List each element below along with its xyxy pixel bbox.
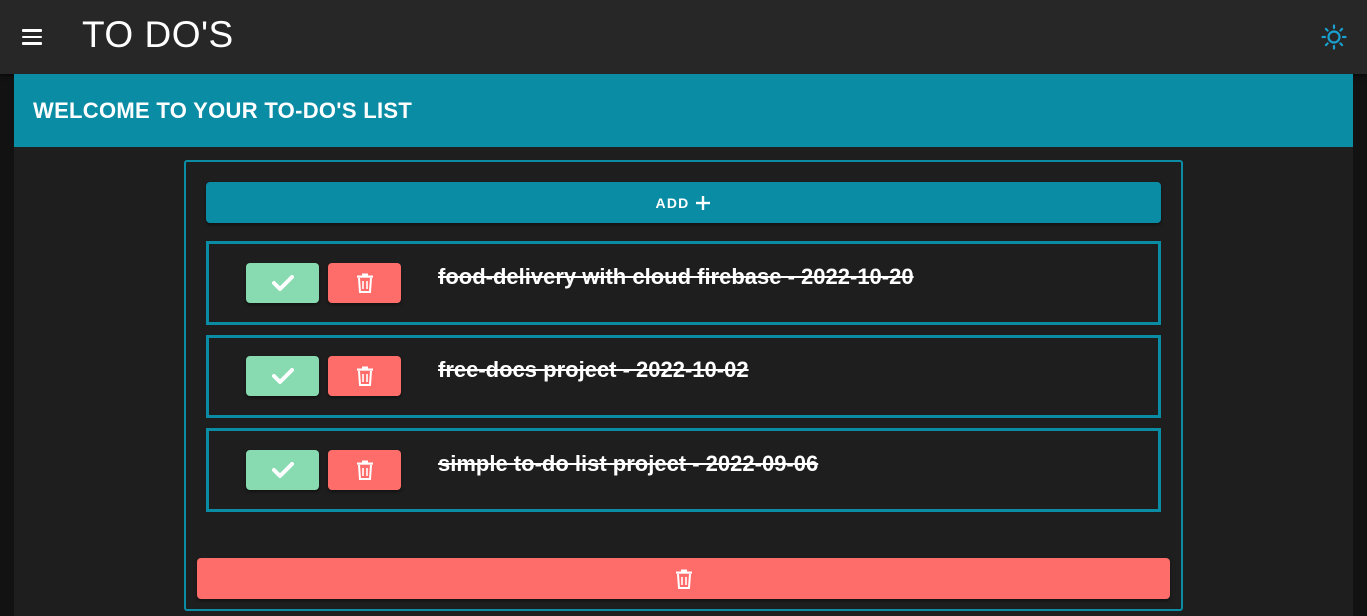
- todo-item: food-delivery with cloud firebase - 2022…: [206, 241, 1161, 325]
- delete-button[interactable]: [328, 356, 401, 396]
- app-bar: TO DO'S: [0, 0, 1367, 74]
- check-icon: [271, 275, 294, 291]
- todo-text: simple to-do list project - 2022-09-06: [438, 451, 819, 476]
- complete-button[interactable]: [246, 263, 319, 303]
- add-button-label: ADD: [655, 194, 690, 211]
- complete-button[interactable]: [246, 356, 319, 396]
- add-button[interactable]: ADD: [206, 182, 1161, 223]
- check-icon: [271, 462, 294, 478]
- todo-text: free-docs project - 2022-10-02: [438, 357, 749, 382]
- trash-icon: [356, 273, 373, 293]
- delete-button[interactable]: [328, 450, 401, 490]
- todo-item: free-docs project - 2022-10-02: [206, 335, 1161, 418]
- todo-text: food-delivery with cloud firebase - 2022…: [438, 264, 914, 289]
- menu-icon[interactable]: [20, 28, 44, 46]
- complete-button[interactable]: [246, 450, 319, 490]
- todo-item: simple to-do list project - 2022-09-06: [206, 428, 1161, 512]
- sun-icon[interactable]: [1321, 24, 1347, 50]
- welcome-banner: WELCOME TO YOUR TO-DO'S LIST: [14, 74, 1353, 147]
- check-icon: [271, 368, 294, 384]
- trash-icon: [675, 569, 692, 589]
- app-title: TO DO'S: [82, 14, 234, 55]
- plus-icon: [695, 195, 711, 211]
- trash-icon: [356, 460, 373, 480]
- trash-icon: [356, 366, 373, 386]
- delete-button[interactable]: [328, 263, 401, 303]
- clear-all-button[interactable]: [197, 558, 1170, 599]
- welcome-text: WELCOME TO YOUR TO-DO'S LIST: [33, 98, 413, 123]
